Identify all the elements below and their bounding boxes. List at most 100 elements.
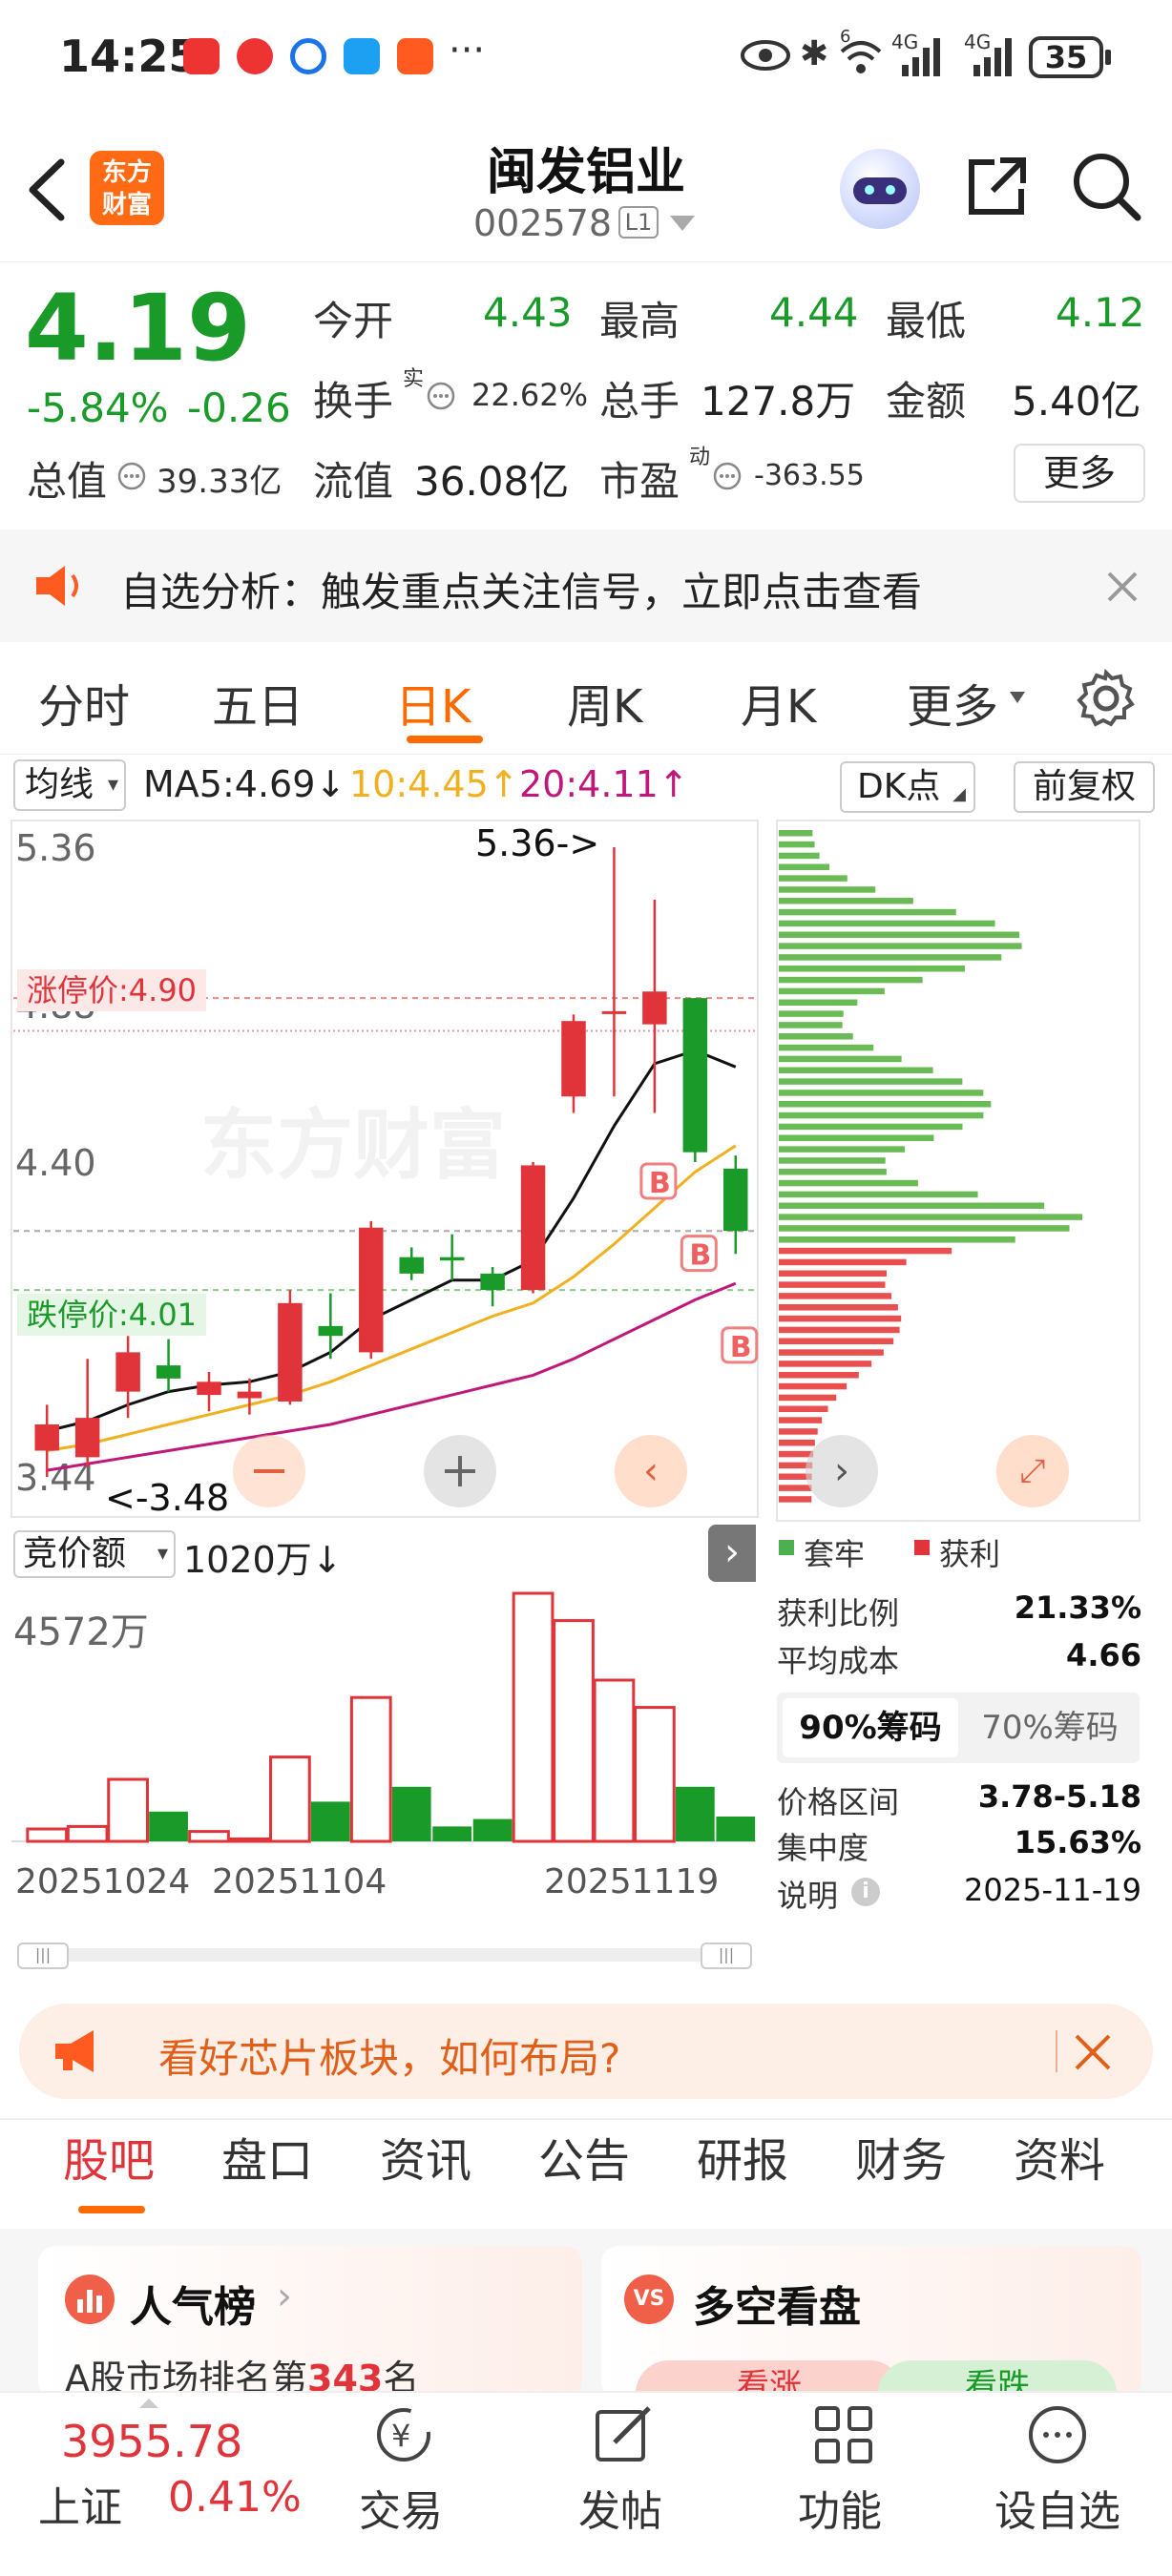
trade-label[interactable]: 交易: [359, 2477, 443, 2538]
alert-banner[interactable]: 自选分析：触发重点关注信号，立即点击查看: [0, 530, 1172, 642]
trade-icon[interactable]: ¥: [370, 2404, 437, 2465]
watchlist-label[interactable]: 设自选: [994, 2477, 1120, 2538]
bull-bear-card[interactable]: VS 多空看盘 看涨 看跌: [601, 2246, 1141, 2399]
divider: [1056, 2030, 1057, 2072]
y-tick-label: 4.40: [15, 1142, 96, 1184]
chip-bar: [779, 1270, 887, 1278]
chart-scrollbar[interactable]: [17, 1948, 752, 1962]
subtab-research[interactable]: 研报: [697, 2123, 788, 2190]
megaphone-icon: [55, 2030, 94, 2072]
more-button[interactable]: 更多: [1014, 444, 1145, 503]
subtab-profile[interactable]: 资料: [1014, 2123, 1105, 2190]
post-icon[interactable]: [592, 2404, 659, 2465]
vs-icon: VS: [624, 2275, 674, 2324]
candle-body: [642, 991, 667, 1025]
chip-bar: [779, 1349, 884, 1356]
chip-bar: [779, 1078, 963, 1085]
subtab-finance[interactable]: 财务: [855, 2123, 947, 2190]
zoom-in-button[interactable]: [424, 1435, 496, 1507]
post-label[interactable]: 发帖: [578, 2477, 662, 2538]
scroll-handle-right[interactable]: |||: [701, 1942, 752, 1969]
watermark: 财富: [353, 1101, 506, 1190]
index-change[interactable]: 0.41%: [168, 2473, 302, 2522]
candle-body: [561, 1021, 586, 1097]
turnover-label: 换手: [313, 378, 394, 425]
chip-bar: [779, 1067, 933, 1074]
chip-bar: [779, 1157, 886, 1164]
info-icon[interactable]: i: [851, 1878, 880, 1906]
ma10-value: 10:4.45↑: [349, 763, 519, 805]
browser-icon: [290, 38, 326, 74]
info-icon[interactable]: [426, 381, 456, 411]
volume-bar: [716, 1817, 756, 1841]
tab-daily-k[interactable]: 日K: [395, 669, 471, 736]
index-value[interactable]: 3955.78: [61, 2416, 242, 2467]
search-icon[interactable]: [1071, 151, 1143, 223]
chip-bar: [779, 1044, 874, 1051]
tab-weekly-k[interactable]: 周K: [567, 669, 642, 736]
date-label: 20251119: [544, 1862, 720, 1901]
functions-label[interactable]: 功能: [798, 2477, 882, 2538]
expand-icon[interactable]: ⤢: [996, 1435, 1069, 1507]
chip-bar: [779, 875, 848, 882]
chip-bar: [779, 830, 813, 837]
info-icon[interactable]: [116, 461, 147, 491]
float-label: 流值: [313, 458, 394, 505]
tab-five-day[interactable]: 五日: [212, 669, 303, 736]
open-value: 4.43: [483, 289, 573, 336]
chip-bar: [779, 954, 1002, 961]
chip-bar: [779, 852, 820, 860]
adjust-select[interactable]: 前复权: [1014, 761, 1155, 813]
candle-body: [156, 1365, 181, 1379]
date-label: 20251104: [212, 1862, 387, 1901]
pe-sup: 动: [689, 446, 711, 469]
tab-chip-70[interactable]: 70%筹码: [962, 1698, 1138, 1757]
scroll-left-button[interactable]: ‹: [615, 1435, 687, 1507]
zoom-out-button[interactable]: [233, 1435, 305, 1507]
close-icon[interactable]: [1073, 2032, 1113, 2072]
volume-bar: [228, 1837, 271, 1843]
chip-bar: [779, 1315, 902, 1322]
legend-profit: 获利: [939, 1536, 1001, 1572]
candle-body: [197, 1381, 221, 1396]
share-icon[interactable]: [962, 153, 1031, 221]
settings-icon[interactable]: [1077, 669, 1136, 728]
chip-bar: [779, 1169, 887, 1175]
expand-panel-button[interactable]: ›: [708, 1525, 756, 1582]
chip-bar: [779, 1191, 978, 1198]
battery-level: 35: [1044, 39, 1088, 75]
volume-indicator-select[interactable]: 竞价额 ▾: [13, 1530, 176, 1578]
functions-icon[interactable]: [813, 2404, 874, 2465]
chip-bar: [779, 1293, 892, 1299]
chip-bar: [779, 863, 830, 871]
tab-more[interactable]: 更多: [907, 669, 998, 736]
tab-monthly-k[interactable]: 月K: [741, 669, 816, 736]
info-icon[interactable]: [712, 461, 743, 491]
scroll-right-button[interactable]: ›: [806, 1435, 878, 1507]
popularity-card[interactable]: 人气榜 › A股市场排名第343名: [38, 2246, 582, 2399]
scroll-handle-left[interactable]: |||: [17, 1942, 69, 1969]
index-name[interactable]: 上证: [38, 2473, 122, 2534]
battery-icon: 35: [1029, 36, 1103, 78]
subtab-forum[interactable]: 股吧: [63, 2123, 155, 2190]
popularity-title: 人气榜: [130, 2283, 256, 2332]
close-icon[interactable]: [1105, 570, 1140, 604]
ma-select[interactable]: 均线 ▾: [13, 759, 126, 811]
subtab-news[interactable]: 资讯: [380, 2123, 471, 2190]
ai-assistant-icon[interactable]: [840, 149, 920, 229]
chip-bar: [779, 1247, 952, 1255]
watchlist-icon[interactable]: [1027, 2404, 1088, 2465]
dropdown-icon[interactable]: [668, 214, 697, 233]
turnover-sup: 实: [403, 367, 425, 391]
chip-bar: [779, 1372, 859, 1379]
subtab-announcements[interactable]: 公告: [538, 2123, 630, 2190]
subtab-orderbook[interactable]: 盘口: [221, 2123, 313, 2190]
promo-text: 看好芯片板块，如何布局?: [158, 2035, 621, 2082]
candle-body: [115, 1352, 140, 1392]
message-icon: [344, 38, 380, 74]
tab-intraday[interactable]: 分时: [38, 669, 130, 736]
promo-banner[interactable]: 看好芯片板块，如何布局?: [19, 2004, 1153, 2099]
chip-bar: [779, 1428, 818, 1435]
tab-chip-90[interactable]: 90%筹码: [783, 1698, 958, 1757]
dk-select[interactable]: DK点 ◢: [840, 761, 975, 813]
